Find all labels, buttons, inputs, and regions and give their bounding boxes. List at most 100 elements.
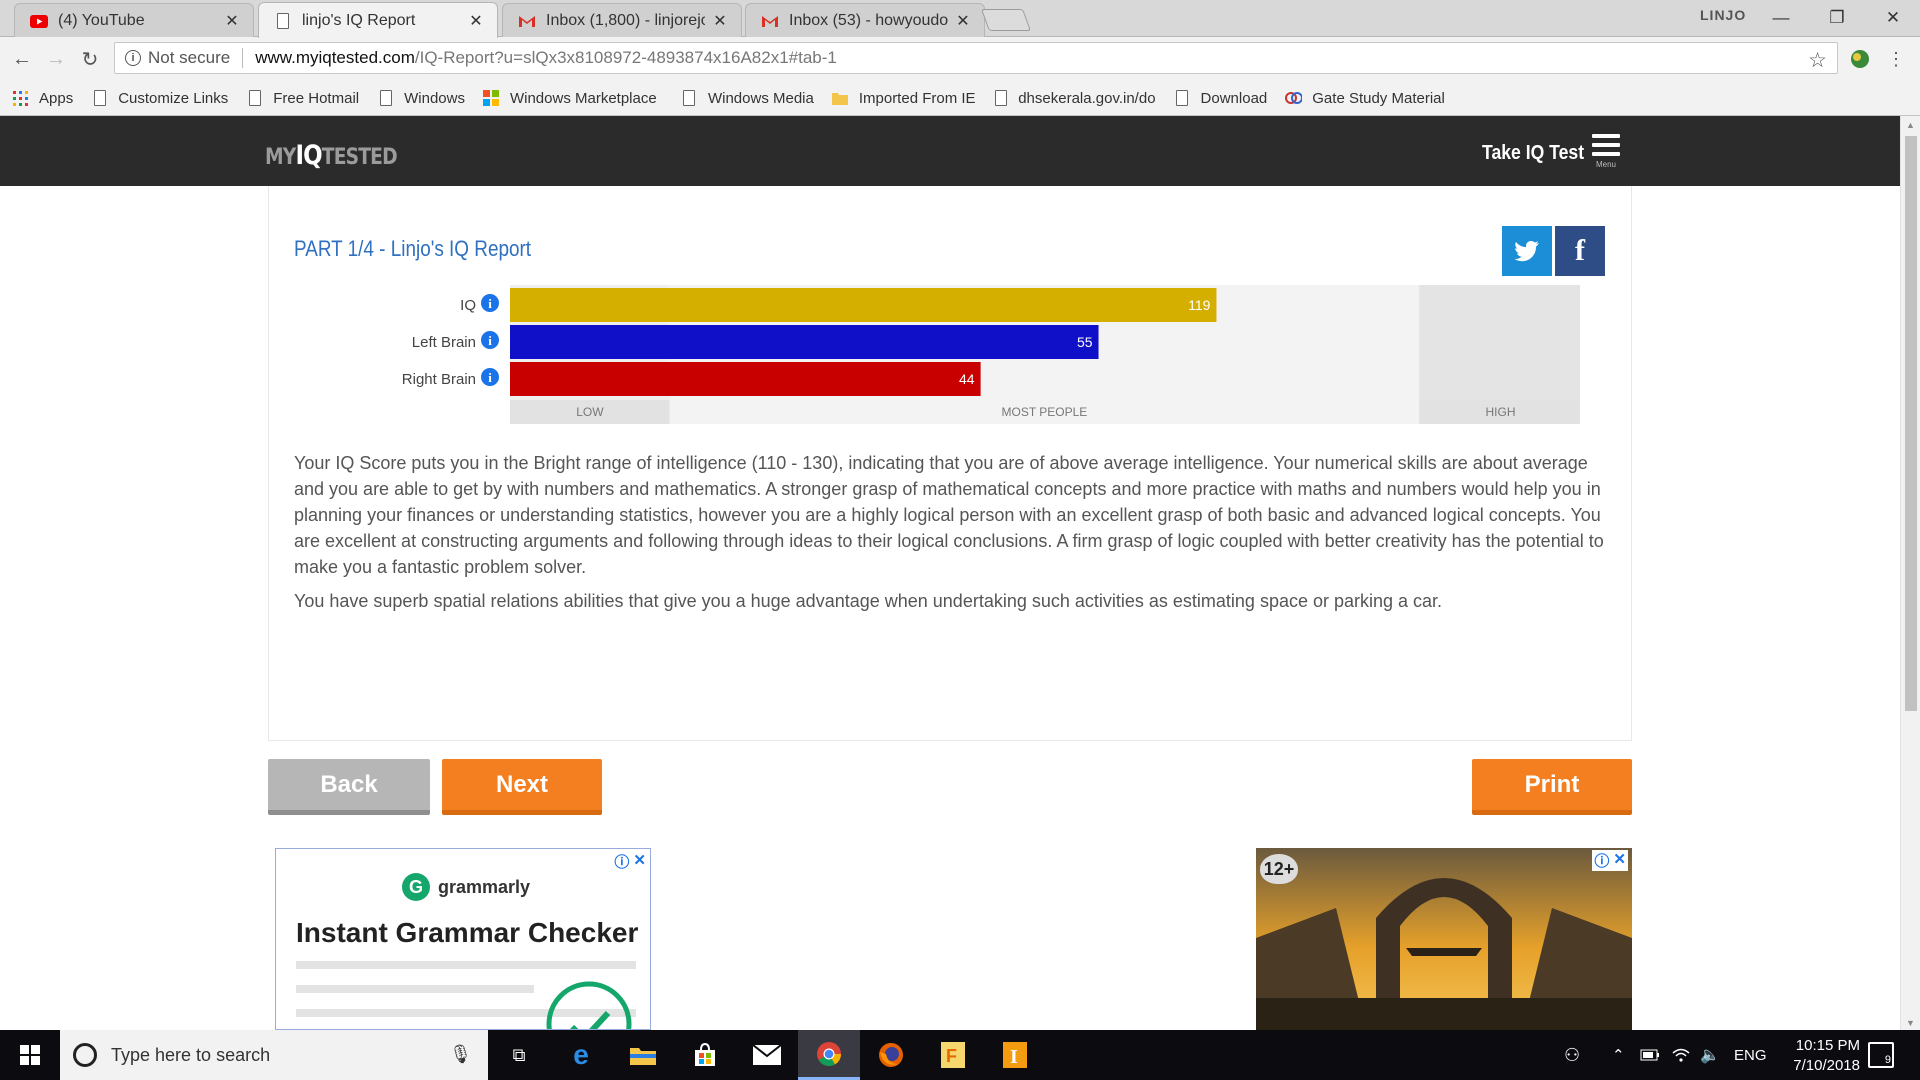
chart-bar <box>510 362 981 396</box>
scroll-up-icon[interactable]: ▲ <box>1906 120 1915 130</box>
hamburger-menu-icon[interactable]: Menu <box>1592 134 1620 174</box>
scroll-down-icon[interactable]: ▼ <box>1906 1018 1915 1028</box>
ad-close-icon[interactable]: ✕ <box>633 851 646 872</box>
restore-icon[interactable]: ❐ <box>1809 0 1865 36</box>
divider <box>242 48 244 68</box>
bookmark-free-hotmail[interactable]: Free Hotmail <box>246 90 359 107</box>
chart-band-label: HIGH <box>1486 405 1516 419</box>
ad-controls[interactable]: ⓘ ✕ <box>614 851 646 872</box>
tab-gmail-2[interactable]: Inbox (53) - howyoudoing@gmail.com ✕ <box>745 3 985 38</box>
grammarly-ad[interactable]: ⓘ ✕ G grammarly Instant Grammar Checker <box>275 848 651 1030</box>
windows-taskbar: Type here to search 🎙 ⧉ e F I ⚇ ⌃ 🔈 ENG … <box>0 1030 1920 1080</box>
page-scrollbar[interactable]: ▲ ▼ <box>1900 116 1920 1030</box>
volume-icon[interactable]: 🔈 <box>1700 1030 1720 1080</box>
taskbar-search-box[interactable]: Type here to search 🎙 <box>60 1030 488 1080</box>
ad-info-icon[interactable]: ⓘ <box>1594 850 1609 871</box>
new-tab-button[interactable] <box>980 9 1032 31</box>
edge-icon[interactable]: e <box>550 1030 612 1080</box>
chart-value-label: 119 <box>1188 297 1211 313</box>
task-view-icon[interactable]: ⧉ <box>488 1030 550 1080</box>
more-menu-icon[interactable]: ⋮ <box>1882 45 1910 73</box>
reload-icon[interactable]: ↻ <box>76 45 104 73</box>
app-i-icon[interactable]: I <box>984 1030 1046 1080</box>
system-clock[interactable]: 10:15 PM 7/10/2018 <box>1770 1036 1860 1076</box>
start-button[interactable] <box>0 1030 60 1080</box>
ad-info-icon[interactable]: ⓘ <box>614 851 629 872</box>
file-explorer-icon[interactable] <box>612 1030 674 1080</box>
microphone-icon[interactable]: 🎙 <box>449 1044 472 1065</box>
site-header: MYIQTESTED Take IQ Test Menu <box>0 116 1900 186</box>
forward-arrow-icon[interactable]: → <box>42 45 70 73</box>
bookmark-windows-marketplace[interactable]: Windows Marketplace <box>483 90 663 107</box>
ad-close-icon[interactable]: ✕ <box>1613 850 1626 871</box>
wifi-icon[interactable] <box>1672 1030 1690 1080</box>
report-title: PART 1/4 - Linjo's IQ Report <box>294 236 532 261</box>
tab-strip: (4) YouTube ✕ linjo's IQ Report ✕ Inbox … <box>0 0 1920 38</box>
people-icon[interactable]: ⚇ <box>1564 1030 1580 1080</box>
tab-gmail-1[interactable]: Inbox (1,800) - linjorejoy@gmail.com ✕ <box>502 3 742 38</box>
youtube-icon <box>29 11 49 31</box>
foxit-icon[interactable]: F <box>922 1030 984 1080</box>
game-ad[interactable]: 12+ ⓘ ✕ <box>1256 848 1632 1030</box>
back-button[interactable]: Back <box>268 759 430 815</box>
mail-icon[interactable] <box>736 1030 798 1080</box>
chart-band-label: LOW <box>576 405 604 419</box>
page-icon <box>273 11 293 31</box>
bookmark-label: Apps <box>39 89 74 107</box>
close-tab-icon[interactable]: ✕ <box>954 11 972 31</box>
info-icon-glyph: i <box>488 333 492 348</box>
security-label[interactable]: Not secure <box>148 48 230 68</box>
tab-title: Inbox (53) - howyoudoing@gmail.com <box>789 12 948 29</box>
bookmark-customize-links[interactable]: Customize Links <box>91 90 228 107</box>
window-close-icon[interactable]: ✕ <box>1865 0 1920 36</box>
bookmark-label: dhsekerala.gov.in/do <box>1018 89 1156 107</box>
bookmark-gate-study-material[interactable]: Gate Study Material <box>1285 90 1445 107</box>
ad-controls[interactable]: ⓘ ✕ <box>1592 850 1628 871</box>
bookmark-star-icon[interactable]: ☆ <box>1808 48 1827 73</box>
next-button[interactable]: Next <box>442 759 602 815</box>
close-tab-icon[interactable]: ✕ <box>711 11 729 31</box>
chrome-icon[interactable] <box>798 1030 860 1080</box>
firefox-icon[interactable] <box>860 1030 922 1080</box>
minimize-icon[interactable]: — <box>1753 0 1809 36</box>
url-host: www.myiqtested.com <box>255 48 415 67</box>
extension-icon[interactable] <box>1846 45 1874 73</box>
close-tab-icon[interactable]: ✕ <box>223 11 241 31</box>
bookmark-imported-from-ie[interactable]: Imported From IE <box>832 90 976 107</box>
menu-label: Menu <box>1595 160 1616 169</box>
bookmark-label: Windows Media <box>707 89 814 107</box>
profile-name[interactable]: LINJO <box>1700 7 1746 23</box>
bookmark-dhsekerala[interactable]: dhsekerala.gov.in/do <box>994 90 1156 107</box>
browser-toolbar: ← → ↻ i Not secure www.myiqtested.com /I… <box>0 37 1920 81</box>
page-icon <box>91 90 108 107</box>
bookmark-label: Free Hotmail <box>273 89 360 107</box>
scrollbar-thumb[interactable] <box>1905 136 1917 711</box>
take-iq-test-link[interactable]: Take IQ Test <box>1482 142 1584 165</box>
grammarly-logo: G grammarly <box>402 873 530 901</box>
twitter-share-button[interactable] <box>1502 226 1552 276</box>
facebook-share-button[interactable]: f <box>1555 226 1605 276</box>
site-logo[interactable]: MYIQTESTED <box>265 140 398 171</box>
tray-overflow-icon[interactable]: ⌃ <box>1612 1030 1625 1080</box>
tab-youtube[interactable]: (4) YouTube ✕ <box>14 3 254 38</box>
tab-iq-report[interactable]: linjo's IQ Report ✕ <box>258 2 498 38</box>
chart-bar <box>510 288 1217 322</box>
bookmark-windows-media[interactable]: Windows Media <box>681 90 814 107</box>
bookmark-windows[interactable]: Windows <box>377 90 465 107</box>
notification-center-icon[interactable]: 9 <box>1868 1042 1894 1068</box>
bookmark-download[interactable]: Download <box>1174 90 1267 107</box>
battery-icon[interactable] <box>1640 1030 1660 1080</box>
language-indicator[interactable]: ENG <box>1734 1030 1767 1080</box>
gmail-icon <box>517 11 537 31</box>
back-arrow-icon[interactable]: ← <box>8 45 36 73</box>
windows-logo-icon <box>20 1045 40 1065</box>
print-button[interactable]: Print <box>1472 759 1632 815</box>
twitter-icon <box>1514 241 1539 262</box>
info-icon[interactable]: i <box>125 50 141 66</box>
close-tab-icon[interactable]: ✕ <box>467 11 485 31</box>
store-icon[interactable] <box>674 1030 736 1080</box>
address-bar[interactable]: i Not secure www.myiqtested.com /IQ-Repo… <box>114 42 1838 74</box>
bookmark-apps[interactable]: Apps <box>12 90 73 107</box>
age-rating-badge: 12+ <box>1260 854 1298 884</box>
page-icon <box>1174 90 1191 107</box>
